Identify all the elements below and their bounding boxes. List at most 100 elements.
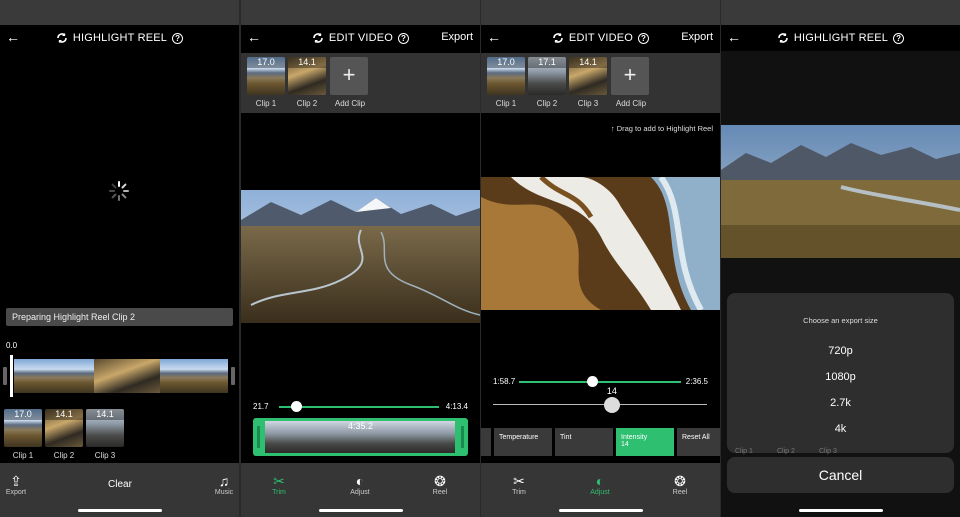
video-preview[interactable]	[241, 190, 480, 323]
loading-spinner-icon	[109, 181, 129, 201]
clip-thumbnail: 14.1	[288, 57, 326, 95]
bottom-tab-bar: ✂ Trim ◐ Adjust ❂ Reel	[241, 463, 480, 517]
clip-item[interactable]: 14.1 Clip 3	[86, 409, 124, 460]
reset-all-button[interactable]: Reset All	[677, 428, 720, 456]
timeline-frame	[160, 359, 228, 393]
arrow-up-icon: ↑	[610, 124, 615, 133]
adjust-buttons: Temperature Tint Intensity 14 Reset All	[481, 428, 720, 456]
export-option-4k[interactable]: 4k	[727, 423, 954, 435]
video-preview[interactable]	[481, 177, 720, 310]
tab-adjust[interactable]: ◐ Adjust	[340, 473, 380, 496]
tab-reel[interactable]: ❂ Reel	[660, 473, 700, 496]
clip-item[interactable]: 14.1 Clip 2	[288, 57, 326, 108]
tab-label: Reel	[432, 489, 448, 496]
tab-trim[interactable]: ✂ Trim	[499, 473, 539, 496]
timeline-left-handle[interactable]	[3, 367, 7, 385]
clip-label: Clip 3	[577, 99, 599, 108]
home-indicator	[558, 509, 643, 512]
clip-duration: 14.1	[569, 57, 607, 68]
intensity-value: 14	[606, 386, 617, 396]
export-button[interactable]: Export	[441, 31, 473, 43]
clip-thumbnail: 14.1	[45, 409, 83, 447]
share-icon: ⇪	[10, 473, 22, 489]
export-button[interactable]: Export	[681, 31, 713, 43]
intensity-slider-knob[interactable]	[603, 397, 620, 413]
home-indicator	[798, 509, 883, 512]
music-button[interactable]: ♫ Music	[204, 473, 239, 496]
intensity-slider[interactable]	[493, 397, 707, 413]
clip-item[interactable]: 17.0 Clip 1	[4, 409, 42, 460]
adjust-button-partial[interactable]	[481, 428, 491, 456]
page-title-text: EDIT VIDEO	[568, 32, 634, 44]
help-icon[interactable]: ?	[398, 32, 410, 44]
trim-slider-knob[interactable]	[290, 401, 302, 412]
screen-edit-video-adjust: ← EDIT VIDEO ? Export 17.0 Clip 1 17.1 C…	[481, 0, 720, 517]
range-slider-knob[interactable]	[586, 376, 598, 387]
scissors-icon: ✂	[273, 473, 285, 489]
status-message: Preparing Highlight Reel Clip 2	[6, 308, 233, 326]
help-icon[interactable]: ?	[172, 32, 184, 44]
timeline-right-handle[interactable]	[231, 367, 235, 385]
screen-export-size: ← HIGHLIGHT REEL ? Choose an export size…	[721, 0, 960, 517]
time-start: 0.0	[6, 341, 18, 350]
clip-thumbnail: 17.0	[487, 57, 525, 95]
range-slider[interactable]	[519, 376, 681, 388]
help-icon[interactable]: ?	[638, 32, 650, 44]
video-preview	[721, 125, 960, 258]
half-circle-icon: ◐	[355, 473, 365, 489]
help-icon[interactable]: ?	[893, 32, 905, 44]
refresh-icon	[313, 33, 323, 43]
header: ← EDIT VIDEO ? Export	[481, 25, 720, 51]
adjust-tint-button[interactable]: Tint	[555, 428, 613, 456]
clip-label: Clip 1	[495, 99, 517, 108]
tab-adjust[interactable]: ◐ Adjust	[580, 473, 620, 496]
add-clip-button[interactable]: + Add Clip	[330, 57, 368, 108]
behind-clip-label: Clip 3	[819, 448, 837, 455]
clip-item[interactable]: 17.0 Clip 1	[487, 57, 525, 108]
timeline-strip[interactable]	[0, 355, 239, 397]
clip-item[interactable]: 17.0 Clip 1	[247, 57, 285, 108]
clear-button[interactable]: Clear	[100, 479, 140, 490]
export-option-2-7k[interactable]: 2.7k	[727, 397, 954, 409]
export-option-1080p[interactable]: 1080p	[727, 371, 954, 383]
clip-thumbnail: 17.0	[247, 57, 285, 95]
range-end-time: 2:36.5	[685, 377, 708, 386]
export-option-720p[interactable]: 720p	[727, 345, 954, 357]
tab-label: Trim	[512, 489, 526, 496]
adjust-intensity-button[interactable]: Intensity 14	[616, 428, 674, 456]
bottom-bar: ⇪ Export Clear ♫ Music	[0, 463, 239, 517]
trim-filmstrip[interactable]: 4:35.2	[253, 418, 468, 456]
header: ← EDIT VIDEO ? Export	[241, 25, 480, 51]
clip-item[interactable]: 14.1 Clip 3	[569, 57, 607, 108]
clip-thumbnail: 17.1	[528, 57, 566, 95]
adjust-button-label: Tint	[560, 434, 572, 441]
range-slider-track	[519, 381, 681, 383]
clip-duration: 14.1	[86, 409, 124, 420]
timeline-frame	[94, 359, 160, 393]
trim-slider[interactable]	[279, 401, 439, 413]
reel-icon: ❂	[434, 473, 446, 489]
export-button[interactable]: ⇪ Export	[0, 473, 36, 496]
clip-item[interactable]: 17.1 Clip 2	[528, 57, 566, 108]
tab-label: Adjust	[350, 489, 370, 496]
bottom-tab-bar: ✂ Trim ◐ Adjust ❂ Reel	[481, 463, 720, 517]
trim-slider-track	[279, 406, 439, 408]
playhead[interactable]	[10, 355, 13, 397]
page-title: HIGHLIGHT REEL ?	[721, 25, 960, 51]
export-size-sheet: Choose an export size 720p 1080p 2.7k 4k…	[727, 293, 954, 455]
filmstrip-right-handle[interactable]	[461, 426, 464, 448]
clip-item[interactable]: 14.1 Clip 2	[45, 409, 83, 460]
clip-duration: 17.1	[528, 57, 566, 68]
tab-label: Trim	[272, 489, 286, 496]
add-clip-button[interactable]: + Add Clip	[611, 57, 649, 108]
trim-start-time: 21.7	[253, 402, 269, 411]
clip-duration: 17.0	[487, 57, 525, 68]
cancel-button[interactable]: Cancel	[727, 457, 954, 493]
tab-reel[interactable]: ❂ Reel	[420, 473, 460, 496]
clip-label: Clip 3	[94, 451, 116, 460]
page-title: HIGHLIGHT REEL ?	[0, 25, 239, 51]
adjust-temperature-button[interactable]: Temperature	[494, 428, 552, 456]
tab-trim[interactable]: ✂ Trim	[259, 473, 299, 496]
filmstrip-duration: 4:35.2	[347, 421, 374, 431]
intensity-slider-track	[493, 404, 707, 405]
